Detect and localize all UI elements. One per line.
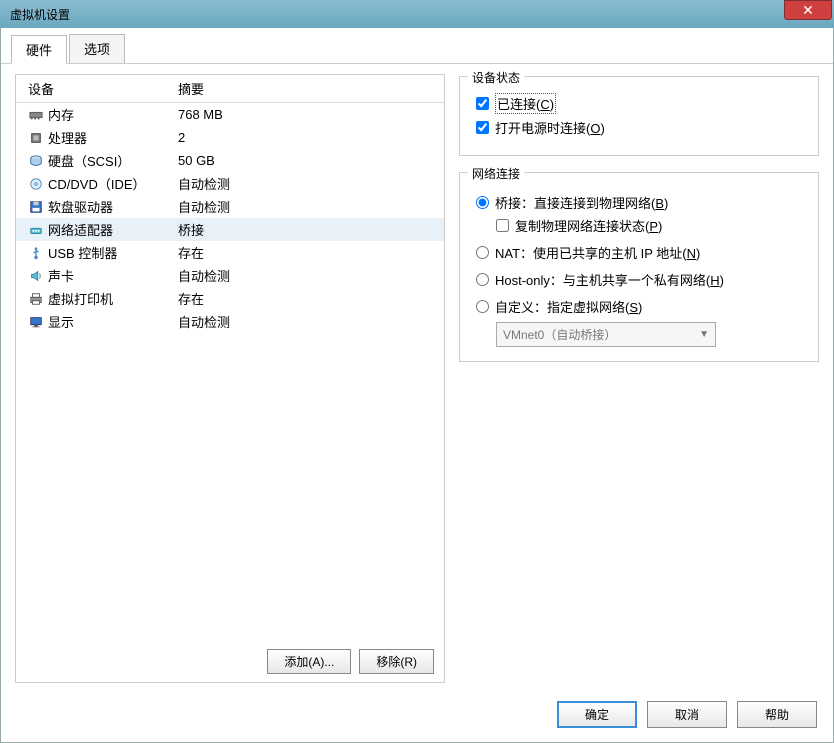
hardware-row[interactable]: USB 控制器 存在 [16, 241, 444, 264]
titlebar-blur [70, 0, 834, 28]
col-summary: 摘要 [178, 79, 204, 98]
printer-icon [28, 291, 44, 307]
hardware-row[interactable]: 内存 768 MB [16, 103, 444, 126]
cancel-button[interactable]: 取消 [647, 701, 727, 728]
close-button[interactable]: ✕ [784, 0, 832, 20]
device-name: 显示 [48, 312, 74, 331]
tabs: 硬件 选项 [1, 28, 833, 64]
device-name: USB 控制器 [48, 243, 117, 262]
group-title-network: 网络连接 [468, 165, 524, 182]
custom-network-value: VMnet0（自动桥接） [503, 326, 616, 343]
radio-bridged[interactable] [476, 196, 489, 209]
device-name: 虚拟打印机 [48, 289, 113, 308]
cd-icon [28, 176, 44, 192]
titlebar: 虚拟机设置 ✕ [0, 0, 834, 28]
chevron-down-icon: ▼ [699, 329, 709, 340]
device-name: 硬盘（SCSI） [48, 151, 130, 170]
dialog-footer: 确定 取消 帮助 [1, 691, 833, 742]
display-icon [28, 314, 44, 330]
tab-hardware[interactable]: 硬件 [11, 35, 67, 64]
sound-icon [28, 268, 44, 284]
hardware-list[interactable]: 内存 768 MB 处理器 2 硬盘（SCSI） 50 GB CD/DVD（IDE） 自动检测… [16, 103, 444, 641]
radio-custom-row[interactable]: 自定义：指定虚拟网络(S) [476, 297, 806, 316]
hardware-pane: 设备 摘要 内存 768 MB 处理器 2 硬盘（SCSI） 50 GB CD/DVD（ID… [15, 74, 445, 683]
device-summary: 自动检测 [178, 174, 444, 193]
connect-poweron-label: 打开电源时连接(O) [495, 118, 605, 137]
net-icon [28, 222, 44, 238]
hardware-buttons: 添加(A)... 移除(R) [16, 641, 444, 682]
group-title-status: 设备状态 [468, 69, 524, 86]
add-hardware-button[interactable]: 添加(A)... [267, 649, 351, 674]
device-name: 声卡 [48, 266, 74, 285]
client-area: 硬件 选项 设备 摘要 内存 768 MB 处理器 2 硬盘（SCSI） 50 GB CD/… [0, 28, 834, 743]
device-name: 软盘驱动器 [48, 197, 113, 216]
hardware-row[interactable]: 网络适配器 桥接 [16, 218, 444, 241]
device-summary: 自动检测 [178, 197, 444, 216]
replicate-label: 复制物理网络连接状态(P) [515, 216, 662, 235]
radio-hostonly-row[interactable]: Host-only：与主机共享一个私有网络(H) [476, 270, 806, 289]
radio-nat-label: NAT：使用已共享的主机 IP 地址(N) [495, 243, 700, 262]
remove-hardware-button[interactable]: 移除(R) [359, 649, 434, 674]
connected-checkbox[interactable] [476, 97, 489, 110]
device-name: CD/DVD（IDE） [48, 174, 146, 193]
main-area: 设备 摘要 内存 768 MB 处理器 2 硬盘（SCSI） 50 GB CD/DVD（ID… [1, 64, 833, 691]
device-summary: 桥接 [178, 220, 444, 239]
device-name: 网络适配器 [48, 220, 113, 239]
hardware-row[interactable]: 显示 自动检测 [16, 310, 444, 333]
usb-icon [28, 245, 44, 261]
radio-custom-label: 自定义：指定虚拟网络(S) [495, 297, 642, 316]
replicate-checkbox-row[interactable]: 复制物理网络连接状态(P) [496, 216, 806, 235]
connected-label: 已连接(C) [495, 93, 556, 114]
connect-poweron-checkbox[interactable] [476, 121, 489, 134]
radio-nat-row[interactable]: NAT：使用已共享的主机 IP 地址(N) [476, 243, 806, 262]
device-settings-pane: 设备状态 已连接(C) 打开电源时连接(O) 网络连接 桥接：直接连接到物理网络… [459, 74, 819, 683]
custom-network-dropdown[interactable]: VMnet0（自动桥接） ▼ [496, 322, 716, 347]
floppy-icon [28, 199, 44, 215]
ok-button[interactable]: 确定 [557, 701, 637, 728]
radio-custom[interactable] [476, 300, 489, 313]
device-name: 处理器 [48, 128, 87, 147]
cpu-icon [28, 130, 44, 146]
col-device: 设备 [28, 79, 178, 98]
radio-nat[interactable] [476, 246, 489, 259]
radio-hostonly-label: Host-only：与主机共享一个私有网络(H) [495, 270, 724, 289]
hardware-row[interactable]: 处理器 2 [16, 126, 444, 149]
tab-options[interactable]: 选项 [69, 34, 125, 63]
device-summary: 自动检测 [178, 266, 444, 285]
device-summary: 50 GB [178, 153, 444, 168]
hardware-list-header: 设备 摘要 [16, 75, 444, 103]
memory-icon [28, 107, 44, 123]
device-summary: 768 MB [178, 107, 444, 122]
network-connection-group: 网络连接 桥接：直接连接到物理网络(B) 复制物理网络连接状态(P) NAT：使… [459, 172, 819, 362]
disk-icon [28, 153, 44, 169]
device-status-group: 设备状态 已连接(C) 打开电源时连接(O) [459, 76, 819, 156]
replicate-checkbox[interactable] [496, 219, 509, 232]
close-icon: ✕ [802, 2, 814, 19]
hardware-row[interactable]: 硬盘（SCSI） 50 GB [16, 149, 444, 172]
connected-checkbox-row[interactable]: 已连接(C) [476, 93, 806, 114]
device-summary: 自动检测 [178, 312, 444, 331]
device-summary: 存在 [178, 289, 444, 308]
window-title: 虚拟机设置 [10, 6, 70, 23]
device-summary: 存在 [178, 243, 444, 262]
device-summary: 2 [178, 130, 444, 145]
hardware-row[interactable]: 虚拟打印机 存在 [16, 287, 444, 310]
hardware-row[interactable]: CD/DVD（IDE） 自动检测 [16, 172, 444, 195]
hardware-row[interactable]: 软盘驱动器 自动检测 [16, 195, 444, 218]
radio-bridged-row[interactable]: 桥接：直接连接到物理网络(B) [476, 193, 806, 212]
connect-poweron-checkbox-row[interactable]: 打开电源时连接(O) [476, 118, 806, 137]
device-name: 内存 [48, 105, 74, 124]
help-button[interactable]: 帮助 [737, 701, 817, 728]
radio-bridged-label: 桥接：直接连接到物理网络(B) [495, 193, 668, 212]
radio-hostonly[interactable] [476, 273, 489, 286]
hardware-row[interactable]: 声卡 自动检测 [16, 264, 444, 287]
